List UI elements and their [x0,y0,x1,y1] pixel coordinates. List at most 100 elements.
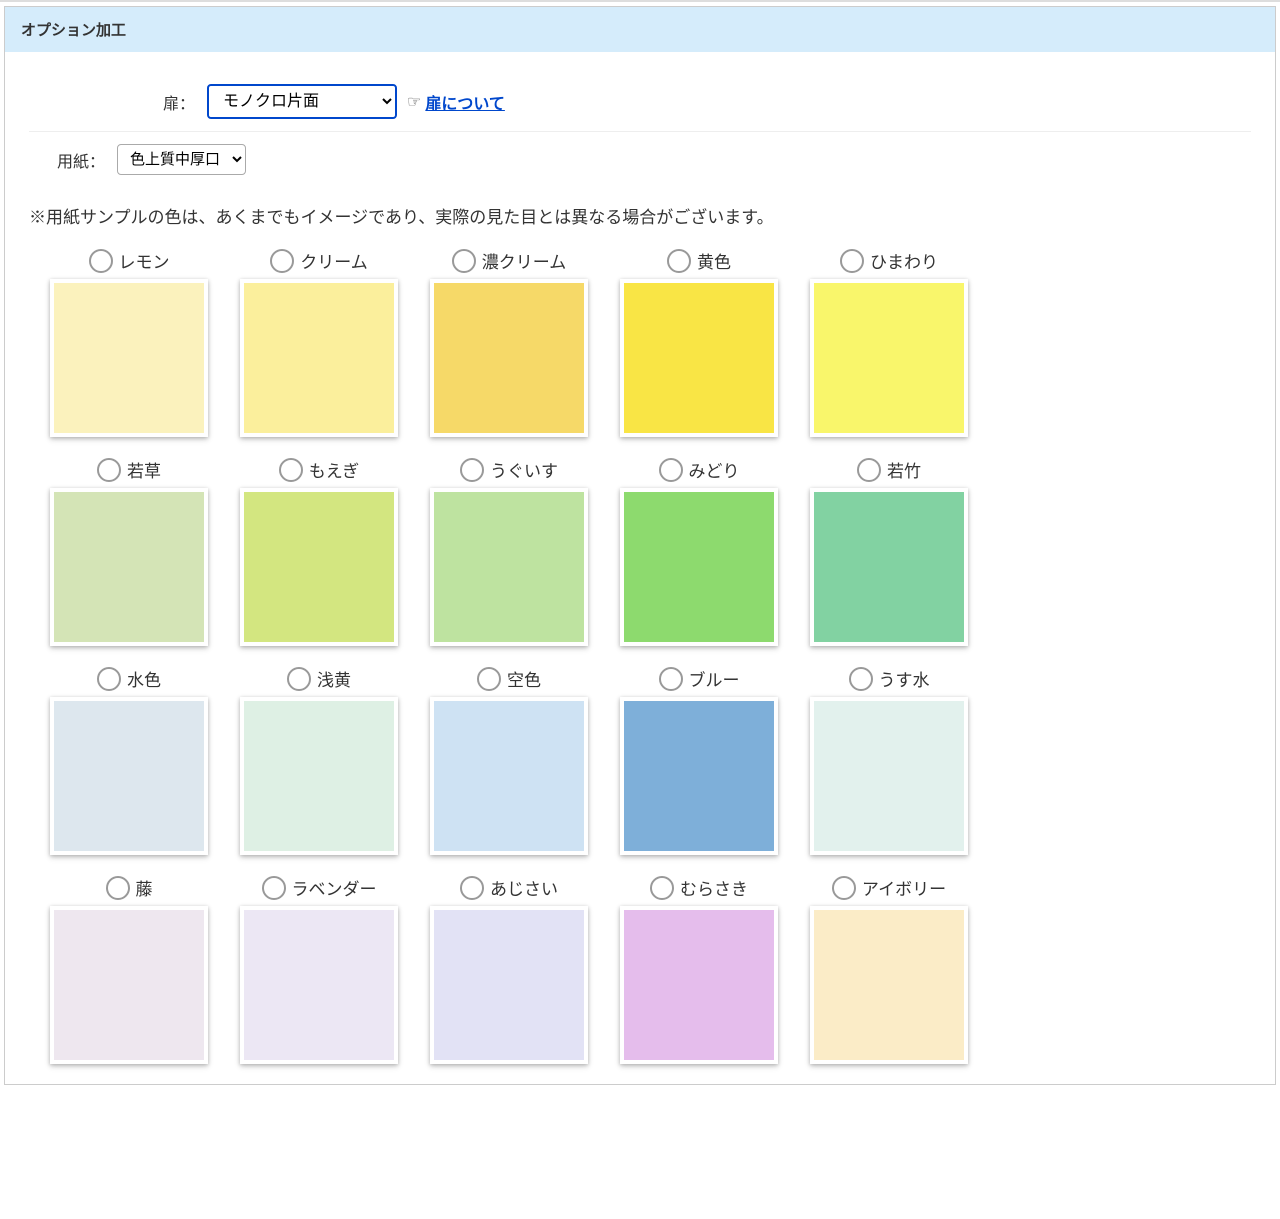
swatch-item: もえぎ [229,457,409,646]
swatch-item: ラベンダー [229,875,409,1064]
color-radio[interactable] [279,458,303,482]
swatch-item: 若竹 [799,457,979,646]
swatch-sample [240,697,398,855]
swatch-sample [240,906,398,1064]
swatch-name: むらさき [680,875,748,900]
paper-row: 用紙： 色上質中厚口 [29,132,1251,187]
swatch-item: レモン [39,248,219,437]
swatch-sample [810,488,968,646]
color-radio[interactable] [840,249,864,273]
swatch-item: あじさい [419,875,599,1064]
swatch-name: アイボリー [862,875,946,900]
color-radio[interactable] [849,667,873,691]
color-radio[interactable] [667,249,691,273]
color-radio[interactable] [477,667,501,691]
swatch-sample [50,488,208,646]
color-radio[interactable] [270,249,294,273]
swatch-item: むらさき [609,875,789,1064]
sample-notice: ※用紙サンプルの色は、あくまでもイメージであり、実際の見た目とは異なる場合がござ… [29,203,1251,228]
panel-body: 扉： モノクロ片面 ☞ 扉について 用紙： 色上質中厚口 ※用紙サンプルの色は、… [5,52,1275,1084]
door-select[interactable]: モノクロ片面 [207,84,397,119]
swatch-label-row: あじさい [419,875,599,900]
swatch-label-row: 若草 [39,457,219,482]
color-radio[interactable] [287,667,311,691]
color-radio[interactable] [97,458,121,482]
swatch-item: 水色 [39,666,219,855]
paper-select[interactable]: 色上質中厚口 [117,144,246,175]
swatch-sample [810,279,968,437]
swatch-item: ブルー [609,666,789,855]
swatch-label-row: 空色 [419,666,599,691]
door-info-link[interactable]: 扉について [425,90,505,114]
swatch-name: うぐいす [490,457,558,482]
swatch-label-row: もえぎ [229,457,409,482]
color-radio[interactable] [650,876,674,900]
swatch-label-row: 藤 [39,875,219,900]
swatch-name: ブルー [689,666,740,691]
color-radio[interactable] [832,876,856,900]
swatch-label-row: ひまわり [799,248,979,273]
swatch-sample [620,697,778,855]
panel-header: オプション加工 [5,7,1275,52]
swatch-item: うぐいす [419,457,599,646]
swatch-sample [620,906,778,1064]
swatch-name: もえぎ [309,457,360,482]
swatch-label-row: 若竹 [799,457,979,482]
color-radio[interactable] [452,249,476,273]
swatch-item: 藤 [39,875,219,1064]
swatch-name: 黄色 [697,248,731,273]
swatch-label-row: クリーム [229,248,409,273]
color-radio[interactable] [97,667,121,691]
swatch-name: みどり [689,457,740,482]
color-radio[interactable] [106,876,130,900]
swatch-label-row: 浅黄 [229,666,409,691]
swatch-item: 濃クリーム [419,248,599,437]
swatch-item: 浅黄 [229,666,409,855]
swatch-name: あじさい [490,875,558,900]
swatch-item: アイボリー [799,875,979,1064]
swatch-name: 藤 [136,875,153,900]
door-label: 扉： [37,90,207,114]
swatch-label-row: うぐいす [419,457,599,482]
swatch-name: 若草 [127,457,161,482]
swatch-sample [430,697,588,855]
hand-point-icon: ☞ [407,92,421,112]
swatch-name: 濃クリーム [482,248,567,273]
swatch-sample [810,906,968,1064]
swatch-label-row: アイボリー [799,875,979,900]
swatch-sample [430,279,588,437]
swatch-item: 若草 [39,457,219,646]
swatch-name: 空色 [507,666,541,691]
swatch-sample [240,279,398,437]
swatch-label-row: 濃クリーム [419,248,599,273]
swatch-name: 若竹 [887,457,921,482]
swatch-item: 黄色 [609,248,789,437]
swatch-item: うす水 [799,666,979,855]
swatch-name: 浅黄 [317,666,351,691]
color-radio[interactable] [262,876,286,900]
color-radio[interactable] [89,249,113,273]
swatch-sample [620,488,778,646]
swatch-sample [620,279,778,437]
color-radio[interactable] [659,458,683,482]
swatch-sample [50,279,208,437]
swatch-name: 水色 [127,666,161,691]
option-processing-panel: オプション加工 扉： モノクロ片面 ☞ 扉について 用紙： 色上質中厚口 ※用紙… [4,6,1276,1085]
color-radio[interactable] [659,667,683,691]
swatch-sample [240,488,398,646]
swatch-label-row: レモン [39,248,219,273]
color-swatch-grid: レモン クリーム 濃クリーム 黄色 ひまわり若草 もえぎ うぐいす みどり 若竹水色 浅黄 空色 ブル… [29,248,1251,1064]
swatch-item: 空色 [419,666,599,855]
swatch-label-row: ラベンダー [229,875,409,900]
swatch-sample [50,906,208,1064]
swatch-label-row: うす水 [799,666,979,691]
swatch-label-row: 水色 [39,666,219,691]
color-radio[interactable] [857,458,881,482]
swatch-sample [430,488,588,646]
color-radio[interactable] [460,876,484,900]
swatch-label-row: ブルー [609,666,789,691]
swatch-name: レモン [119,248,170,273]
color-radio[interactable] [460,458,484,482]
swatch-name: うす水 [879,666,930,691]
door-row: 扉： モノクロ片面 ☞ 扉について [29,72,1251,132]
